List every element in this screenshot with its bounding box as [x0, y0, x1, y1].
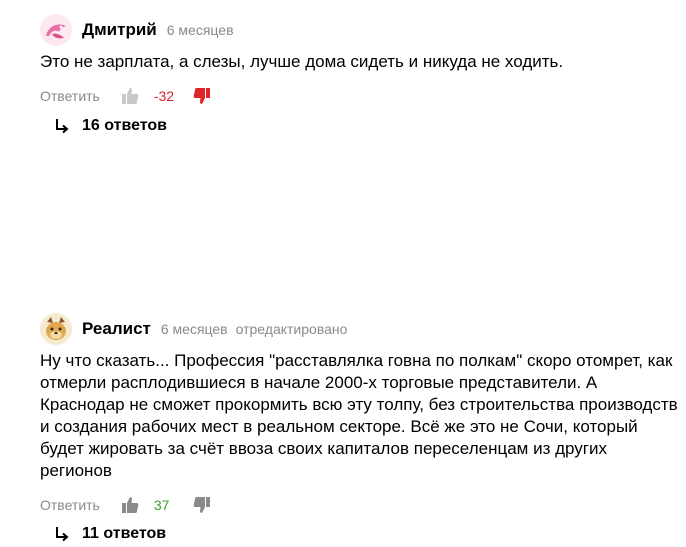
comment-header: Реалист 6 месяцев отредактировано [40, 313, 347, 345]
vote-score: 37 [153, 497, 170, 513]
avatar[interactable] [40, 313, 72, 345]
comment-text: Это не зарплата, а слезы, лучше дома сид… [40, 52, 564, 71]
thumb-up-icon[interactable] [120, 86, 140, 106]
reply-button[interactable]: Ответить [40, 497, 100, 513]
replies-count: 16 ответов [82, 117, 167, 134]
reply-button[interactable]: Ответить [40, 88, 100, 104]
reply-arrow-icon [54, 118, 70, 134]
avatar-image [40, 14, 72, 46]
avatar[interactable] [40, 14, 72, 46]
thumb-down-icon[interactable] [192, 495, 212, 515]
comment: Дмитрий 6 месяцев Это не зарплата, а сле… [0, 0, 686, 150]
replies-count: 11 ответов [82, 525, 167, 542]
thumb-up-icon[interactable] [120, 495, 140, 515]
avatar-image [40, 313, 72, 345]
comment-time: 6 месяцев [160, 321, 228, 337]
vote-score: -32 [153, 88, 175, 104]
thumb-down-icon[interactable] [192, 86, 212, 106]
reply-arrow-icon [54, 526, 70, 542]
comment-text: Ну что сказать... Профессия "расставлялк… [40, 351, 678, 480]
comment-actions: Ответить -32 [40, 86, 212, 106]
comment: Реалист 6 месяцев отредактировано Ну что… [0, 150, 686, 542]
edited-label: отредактировано [235, 321, 348, 337]
comment-time: 6 месяцев [166, 22, 234, 38]
author-name[interactable]: Реалист [82, 319, 151, 339]
show-replies-button[interactable]: 11 ответов [54, 525, 166, 543]
author-name[interactable]: Дмитрий [82, 20, 157, 40]
show-replies-button[interactable]: 16 ответов [54, 117, 167, 135]
comment-actions: Ответить 37 [40, 495, 212, 515]
comment-header: Дмитрий 6 месяцев [40, 14, 234, 46]
